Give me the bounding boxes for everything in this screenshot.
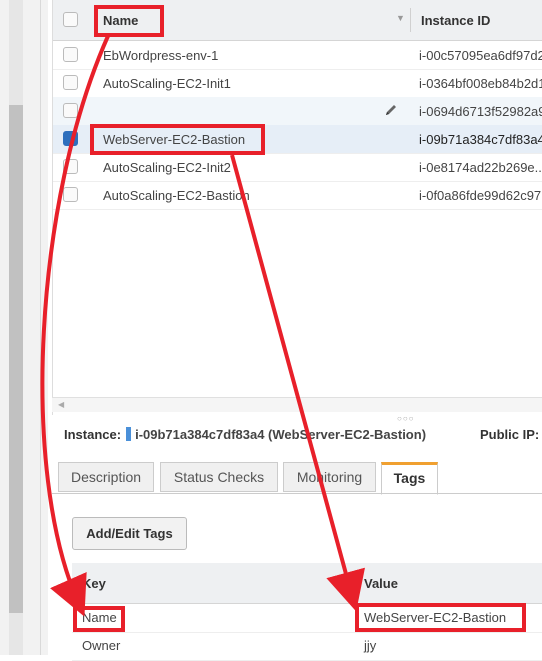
annotation-arrows [40,35,365,617]
arrow-row-to-value [230,154,365,612]
arrow-name-to-key [40,35,110,617]
